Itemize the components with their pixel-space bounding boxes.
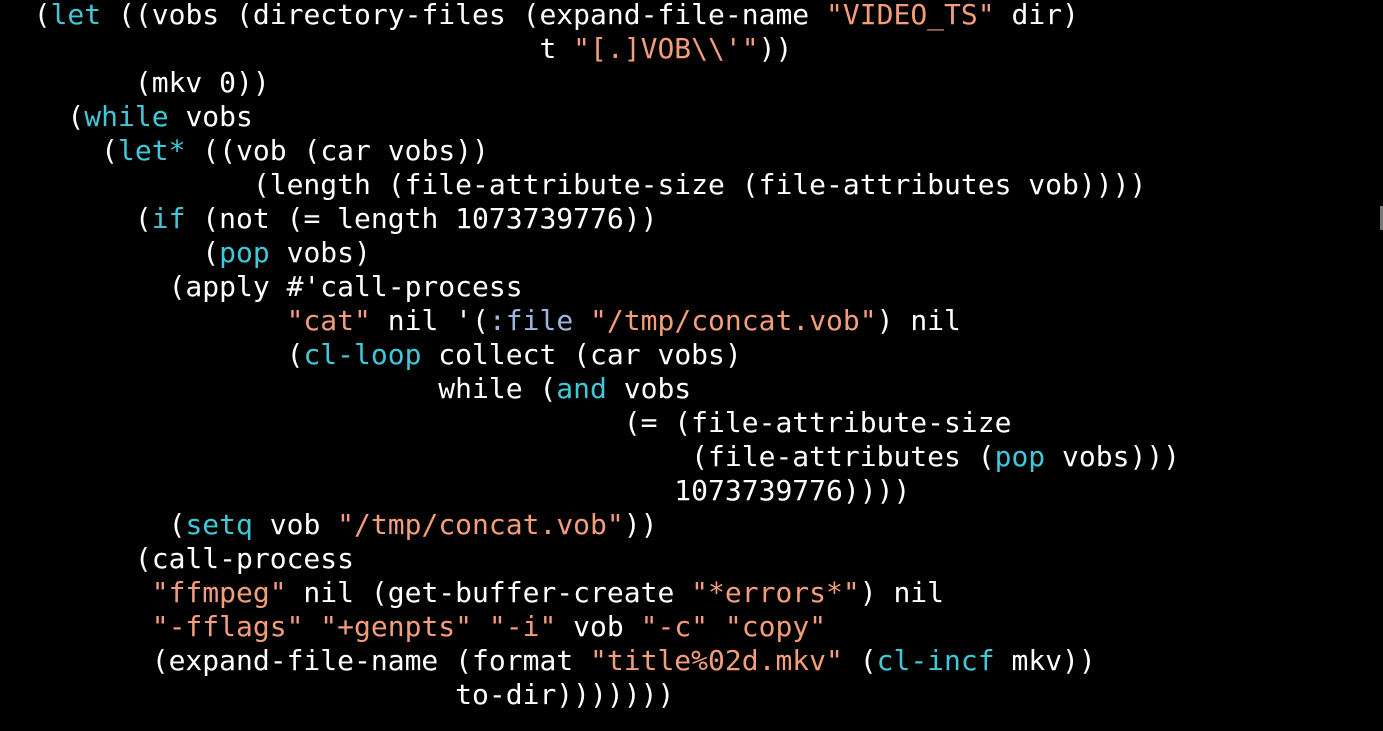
code-keyword: while bbox=[84, 100, 169, 133]
code-line: (cl-loop collect (car vobs) bbox=[0, 338, 1180, 372]
code-line: (= (file-attribute-size bbox=[0, 406, 1180, 440]
code-text: nil (get-buffer-create bbox=[286, 576, 692, 609]
code-text: ((vobs (directory-files (expand-file-nam… bbox=[101, 0, 827, 31]
code-keyword: setq bbox=[185, 508, 253, 541]
code-line: (setq vob "/tmp/concat.vob")) bbox=[0, 508, 1180, 542]
code-keyword: let bbox=[50, 0, 102, 31]
code-line: "-fflags" "+genpts" "-i" vob "-c" "copy" bbox=[0, 610, 1180, 644]
code-line: (let ((vobs (directory-files (expand-fil… bbox=[0, 0, 1180, 32]
code-keyword: and bbox=[556, 372, 607, 405]
code-text: ( bbox=[0, 100, 85, 133]
code-line: (file-attributes (pop vobs))) bbox=[0, 440, 1180, 474]
code-string: "ffmpeg" bbox=[151, 576, 287, 609]
code-keyword-symbol: :file bbox=[488, 304, 574, 337]
code-line: (if (not (= length 1073739776)) bbox=[0, 202, 1180, 236]
code-text: ) nil bbox=[876, 304, 961, 337]
code-editor[interactable]: (let ((vobs (directory-files (expand-fil… bbox=[0, 0, 1383, 731]
code-keyword: pop bbox=[219, 236, 270, 269]
code-text: )) bbox=[758, 32, 793, 65]
code-text: nil '( bbox=[370, 304, 489, 337]
code-text: (apply #'call-process bbox=[0, 270, 523, 303]
code-text: vobs) bbox=[269, 236, 371, 269]
code-text: ( bbox=[33, 0, 51, 31]
code-text: (call-process bbox=[0, 542, 355, 575]
code-string: "+genpts" bbox=[320, 610, 473, 643]
code-text: vobs bbox=[606, 372, 692, 405]
code-string: "[.]VOB\\'" bbox=[573, 32, 759, 65]
code-line: (expand-file-name (format "title%02d.mkv… bbox=[0, 644, 1180, 678]
code-keyword: if bbox=[151, 202, 186, 235]
code-text: ( bbox=[842, 644, 877, 677]
code-string: "VIDEO_TS" bbox=[826, 0, 995, 31]
code-text: to-dir))))))) bbox=[0, 678, 675, 711]
code-string: "*errors*" bbox=[691, 576, 860, 609]
code-text: (file-attributes ( bbox=[0, 440, 995, 473]
code-line: (length (file-attribute-size (file-attri… bbox=[0, 168, 1180, 202]
code-line: (mkv 0)) bbox=[0, 66, 1180, 100]
code-keyword: pop bbox=[994, 440, 1046, 473]
code-text: 1073739776)))) bbox=[0, 474, 911, 507]
code-line: (call-process bbox=[0, 542, 1180, 576]
code-text: ) nil bbox=[859, 576, 945, 609]
code-text: vob bbox=[556, 610, 641, 643]
code-keyword: cl-incf bbox=[876, 644, 995, 677]
code-text: t bbox=[0, 32, 574, 65]
code-line: to-dir))))))) bbox=[0, 678, 1180, 712]
code-line: (while vobs bbox=[0, 100, 1180, 134]
code-text: ( bbox=[0, 134, 119, 167]
code-string: "/tmp/concat.vob" bbox=[337, 508, 624, 541]
code-line: t "[.]VOB\\'")) bbox=[0, 32, 1180, 66]
code-text: vob bbox=[252, 508, 338, 541]
code-string: "cat" bbox=[286, 304, 371, 337]
code-keyword: cl-loop bbox=[303, 338, 422, 371]
code-string: "copy" bbox=[724, 610, 827, 643]
code-text: ( bbox=[0, 338, 304, 371]
code-text: ( bbox=[0, 202, 152, 235]
code-text: dir) bbox=[994, 0, 1079, 31]
code-string: "-i" bbox=[488, 610, 557, 643]
code-text: (mkv 0)) bbox=[0, 66, 270, 99]
code-keyword: let* bbox=[118, 134, 186, 167]
code-string: "title%02d.mkv" bbox=[590, 644, 843, 677]
code-text: while ( bbox=[0, 372, 557, 405]
code-text: (= (file-attribute-size bbox=[0, 406, 1012, 439]
code-line: 1073739776)))) bbox=[0, 474, 1180, 508]
code-text: ((vob (car vobs)) bbox=[185, 134, 489, 167]
code-text: vobs))) bbox=[1045, 440, 1181, 473]
code-text: (expand-file-name (format bbox=[0, 644, 591, 677]
code-text: )) bbox=[623, 508, 658, 541]
code-text: ( bbox=[0, 508, 186, 541]
code-line: (apply #'call-process bbox=[0, 270, 1180, 304]
code-line: (let* ((vob (car vobs)) bbox=[0, 134, 1180, 168]
code-text: collect (car vobs) bbox=[421, 338, 742, 371]
code-text: (not (= length 1073739776)) bbox=[185, 202, 658, 235]
code-buffer[interactable]: (let ((vobs (directory-files (expand-fil… bbox=[0, 0, 1180, 712]
code-line: "ffmpeg" nil (get-buffer-create "*errors… bbox=[0, 576, 1180, 610]
code-string: "/tmp/concat.vob" bbox=[590, 304, 877, 337]
code-line: (pop vobs) bbox=[0, 236, 1180, 270]
code-text: ( bbox=[0, 236, 220, 269]
code-text: vobs bbox=[168, 100, 253, 133]
code-string: "-fflags" bbox=[151, 610, 304, 643]
code-text: (length (file-attribute-size (file-attri… bbox=[0, 168, 1147, 201]
code-line: while (and vobs bbox=[0, 372, 1180, 406]
code-string: "-c" bbox=[640, 610, 709, 643]
code-line: "cat" nil '(:file "/tmp/concat.vob") nil bbox=[0, 304, 1180, 338]
code-text: mkv)) bbox=[994, 644, 1096, 677]
